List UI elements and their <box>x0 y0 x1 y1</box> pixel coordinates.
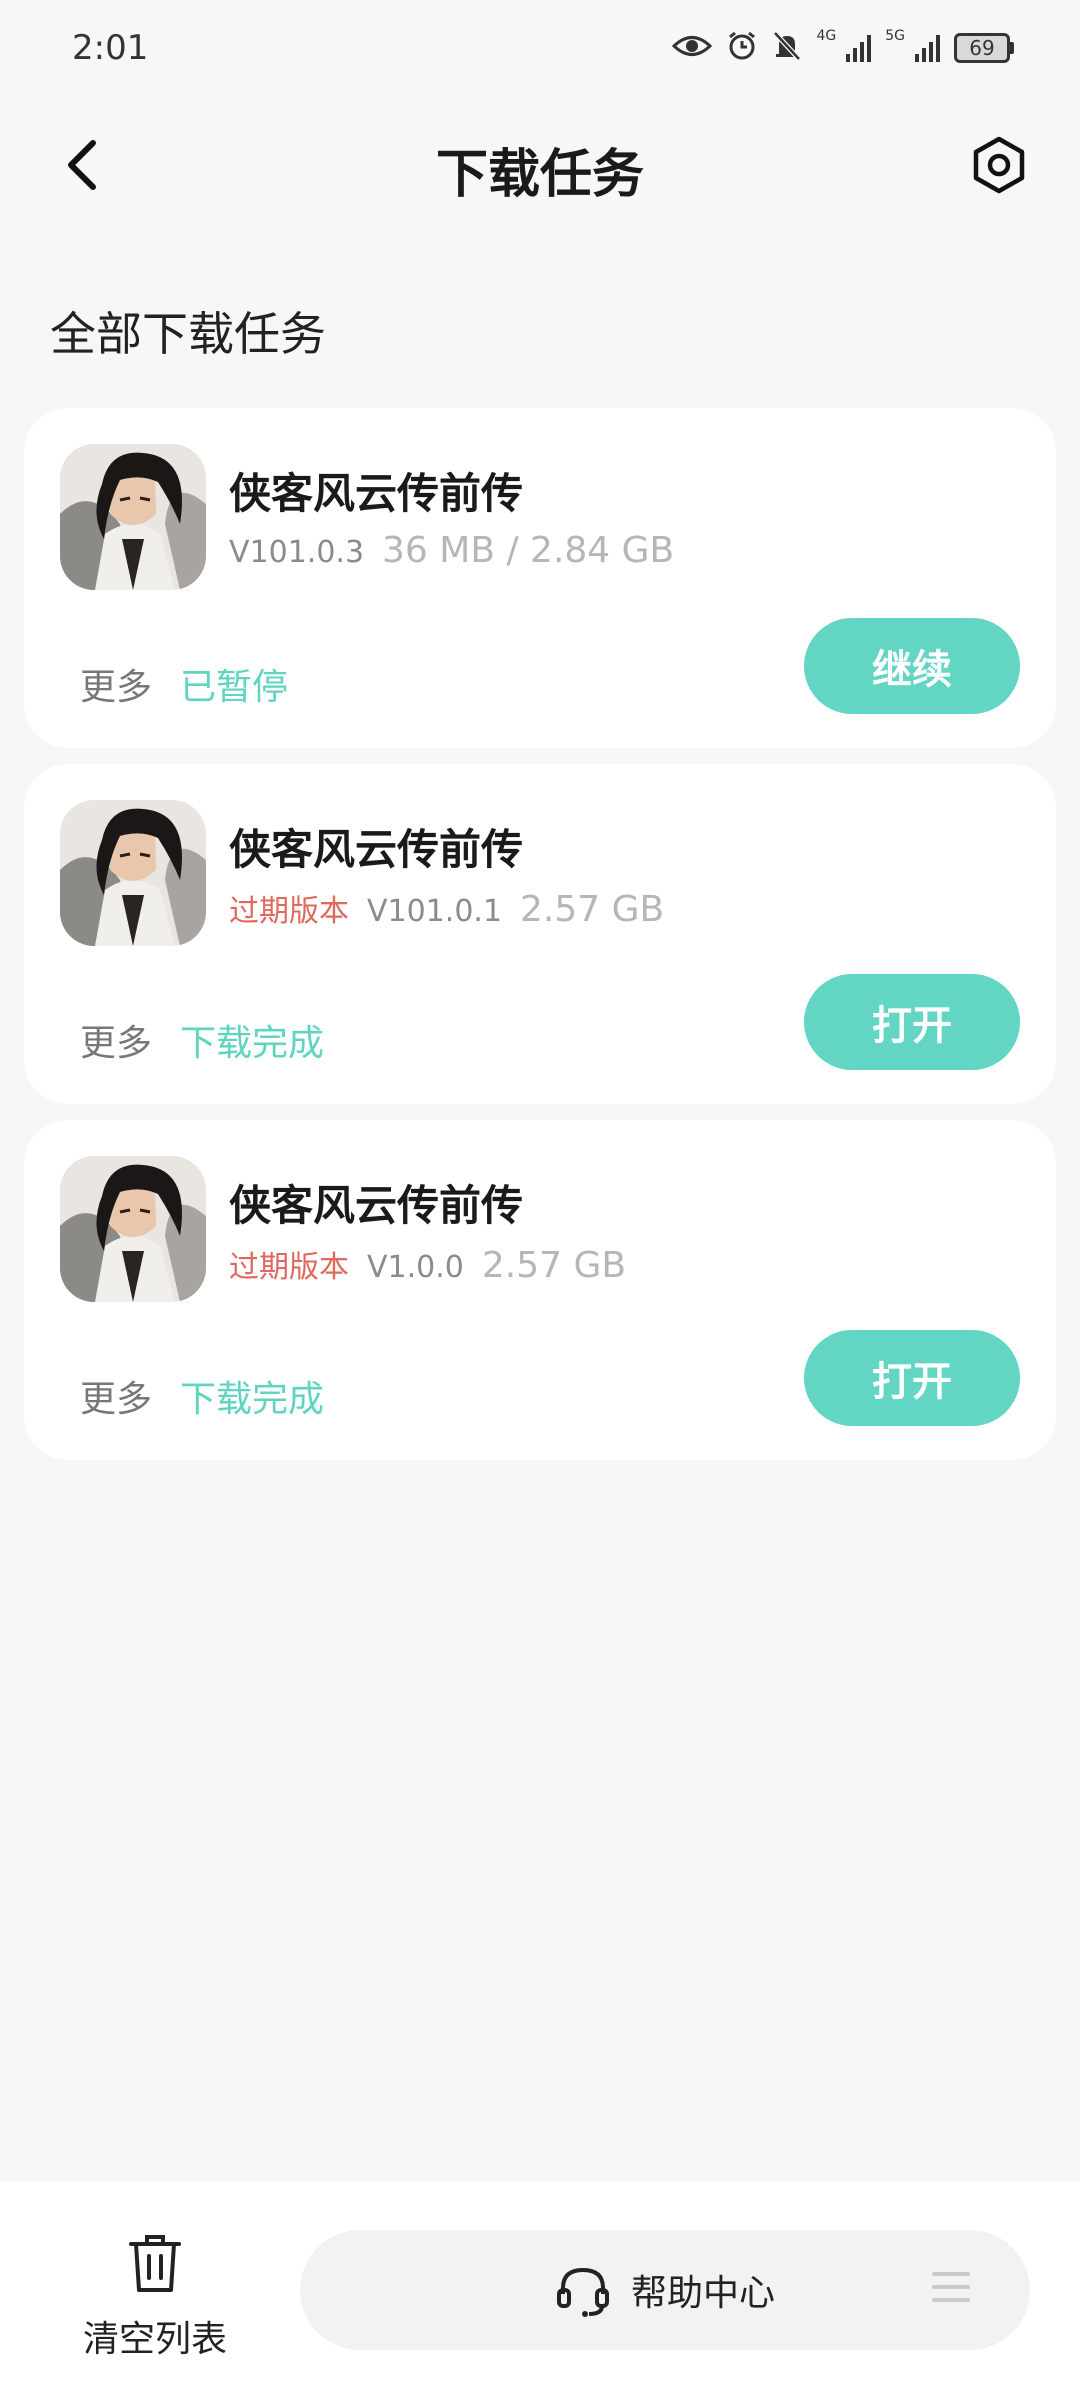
battery-level: 69 <box>954 33 1010 63</box>
outdated-badge: 过期版本 <box>229 894 349 929</box>
help-center-label: 帮助中心 <box>630 2273 775 2314</box>
network-label-1: 4G <box>816 28 837 44</box>
app-version: V101.0.3 <box>229 535 365 570</box>
download-size: 36 MB / 2.84 GB <box>382 530 675 571</box>
drag-handle-icon[interactable] <box>932 2272 970 2311</box>
app-name: 侠客风云传前传 <box>229 1181 524 1230</box>
download-tasks-screen: 2:01 4G 5G 69 下载任务 全部下载任务 侠客风云传前传 V101.0… <box>0 0 1080 2400</box>
more-link[interactable]: 更多 <box>80 1014 152 1066</box>
settings-icon <box>973 136 1025 194</box>
battery-icon: 69 <box>954 33 1014 63</box>
header: 下载任务 <box>0 110 1080 220</box>
status-bar: 2:01 4G 5G 69 <box>0 0 1080 100</box>
app-meta: 过期版本 V101.0.1 2.57 GB <box>229 886 664 930</box>
download-status: 下载完成 <box>180 1379 325 1420</box>
app-icon[interactable] <box>60 800 206 946</box>
task-card[interactable]: 侠客风云传前传 V101.0.3 36 MB / 2.84 GB 更多 已暂停 … <box>24 408 1056 748</box>
download-size: 2.57 GB <box>481 1245 627 1286</box>
app-version: V101.0.1 <box>367 894 503 929</box>
more-link[interactable]: 更多 <box>80 1370 152 1422</box>
app-version: V1.0.0 <box>367 1250 464 1285</box>
outdated-badge: 过期版本 <box>229 1250 349 1285</box>
more-link[interactable]: 更多 <box>80 658 152 710</box>
task-card[interactable]: 侠客风云传前传 过期版本 V101.0.1 2.57 GB 更多 下载完成 打开 <box>24 764 1056 1104</box>
trash-icon <box>129 2235 181 2292</box>
help-center-button[interactable]: 帮助中心 <box>300 2230 1030 2350</box>
open-button[interactable]: 打开 <box>804 1330 1020 1426</box>
task-card[interactable]: 侠客风云传前传 过期版本 V1.0.0 2.57 GB 更多 下载完成 打开 <box>24 1120 1056 1460</box>
headset-icon <box>556 2267 609 2317</box>
bottom-bar: 清空列表 帮助中心 <box>0 2182 1080 2400</box>
status-time: 2:01 <box>72 28 149 68</box>
status-icons: 4G 5G 69 <box>672 28 1014 66</box>
signal-icon-2 <box>915 34 940 62</box>
download-status: 已暂停 <box>180 667 289 708</box>
alarm-icon <box>726 30 758 66</box>
section-title: 全部下载任务 <box>50 307 326 361</box>
signal-icon <box>846 34 872 62</box>
network-label-2: 5G <box>885 28 905 44</box>
page-title: 下载任务 <box>435 145 644 205</box>
app-icon[interactable] <box>60 444 206 590</box>
app-icon[interactable] <box>60 1156 206 1302</box>
mute-bell-icon <box>772 30 802 66</box>
download-status: 下载完成 <box>180 1023 325 1064</box>
resume-button[interactable]: 继续 <box>804 618 1020 714</box>
app-name: 侠客风云传前传 <box>229 825 524 874</box>
settings-button[interactable] <box>964 130 1034 200</box>
app-name: 侠客风云传前传 <box>229 469 524 518</box>
download-size: 2.57 GB <box>520 889 665 930</box>
clear-list-button[interactable]: 清空列表 <box>70 2232 240 2372</box>
clear-list-label: 清空列表 <box>82 2319 227 2360</box>
app-meta: V101.0.3 36 MB / 2.84 GB <box>229 530 674 571</box>
eye-icon <box>672 33 713 63</box>
open-button[interactable]: 打开 <box>804 974 1020 1070</box>
app-meta: 过期版本 V1.0.0 2.57 GB <box>229 1242 626 1286</box>
